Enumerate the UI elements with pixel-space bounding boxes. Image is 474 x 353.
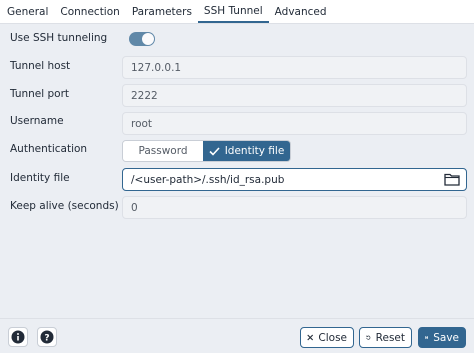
tab-ssh-tunnel[interactable]: SSH Tunnel xyxy=(197,0,269,23)
authentication-toggle-group: Password Identity file xyxy=(122,140,291,162)
help-icon: ? xyxy=(40,330,54,344)
close-icon xyxy=(307,334,314,341)
tunnel-port-label: Tunnel port xyxy=(10,88,70,100)
tab-bar: General Connection Parameters SSH Tunnel… xyxy=(0,0,474,24)
identity-file-label: Identity file xyxy=(10,172,70,184)
use-ssh-toggle[interactable] xyxy=(129,32,155,46)
username-row: Username root xyxy=(0,112,474,137)
auth-password-option[interactable]: Password xyxy=(123,141,203,161)
use-ssh-label: Use SSH tunneling xyxy=(10,32,108,44)
username-label: Username xyxy=(10,115,64,127)
close-label: Close xyxy=(318,331,347,344)
authentication-label: Authentication xyxy=(10,143,88,155)
tab-parameters[interactable]: Parameters xyxy=(126,0,198,23)
tunnel-port-row: Tunnel port 2222 xyxy=(0,84,474,109)
tab-connection[interactable]: Connection xyxy=(54,0,125,23)
identity-file-input[interactable]: /<user-path>/.ssh/id_rsa.pub xyxy=(122,168,467,191)
tunnel-host-input[interactable]: 127.0.0.1 xyxy=(122,56,467,79)
help-button[interactable]: ? xyxy=(37,327,57,347)
dialog-footer: ? Close Reset Save xyxy=(0,318,474,353)
save-icon xyxy=(425,336,428,339)
keep-alive-row: Keep alive (seconds) 0 xyxy=(0,196,474,221)
tunnel-host-row: Tunnel host 127.0.0.1 xyxy=(0,56,474,81)
auth-identity-file-label: Identity file xyxy=(224,145,285,157)
identity-file-row: Identity file /<user-path>/.ssh/id_rsa.p… xyxy=(0,168,474,193)
tunnel-port-input[interactable]: 2222 xyxy=(122,84,467,107)
identity-file-value: /<user-path>/.ssh/id_rsa.pub xyxy=(131,173,285,186)
username-input[interactable]: root xyxy=(122,112,467,135)
save-label: Save xyxy=(433,331,459,344)
keep-alive-label: Keep alive (seconds) xyxy=(10,200,119,212)
use-ssh-row: Use SSH tunneling xyxy=(0,25,474,53)
save-button[interactable]: Save xyxy=(418,327,466,348)
close-button[interactable]: Close xyxy=(300,327,354,348)
info-button[interactable] xyxy=(8,327,28,347)
reset-button[interactable]: Reset xyxy=(359,327,412,348)
toggle-knob xyxy=(142,33,154,45)
keep-alive-input[interactable]: 0 xyxy=(122,196,467,219)
checkmark-icon xyxy=(209,146,220,156)
tab-advanced[interactable]: Advanced xyxy=(269,0,333,23)
authentication-row: Authentication Password Identity file xyxy=(0,140,474,165)
tab-general[interactable]: General xyxy=(0,0,54,23)
tunnel-host-label: Tunnel host xyxy=(10,60,71,72)
reset-icon xyxy=(366,335,371,340)
auth-identity-file-option[interactable]: Identity file xyxy=(203,141,290,161)
info-icon xyxy=(11,330,25,344)
folder-icon[interactable] xyxy=(444,172,460,186)
reset-label: Reset xyxy=(375,331,405,344)
svg-text:?: ? xyxy=(44,333,49,343)
